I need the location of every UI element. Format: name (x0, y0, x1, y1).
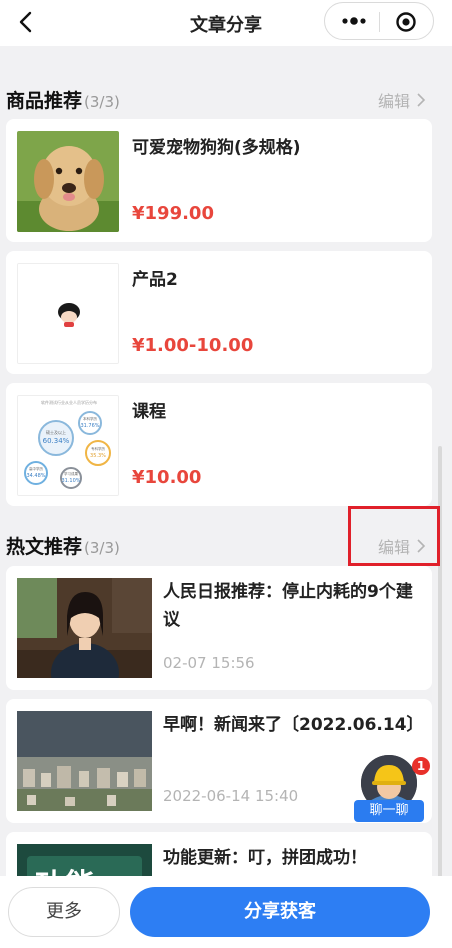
infographic-chart: 软件测试行业从业人员学历分布 硕士及以上 60.34% 本科学历 31.76% … (17, 395, 119, 496)
top-nav-bar: 文章分享 (0, 0, 452, 46)
chat-widget[interactable]: 1 聊一聊 (352, 752, 430, 826)
chat-label: 聊一聊 (354, 800, 424, 822)
section-title: 热文推荐 (3/3) (6, 532, 120, 559)
product-card[interactable]: 软件测试行业从业人员学历分布 硕士及以上 60.34% 本科学历 31.76% … (6, 383, 432, 506)
share-button[interactable]: 分享获客 (130, 887, 430, 937)
product-name: 课程 (132, 402, 166, 422)
product-card[interactable]: 可爱宠物狗狗(多规格) ¥199.00 (6, 119, 432, 242)
article-date: 02-07 15:56 (163, 654, 255, 672)
bottom-action-bar: 更多 分享获客 (0, 876, 452, 948)
section-title-text: 热文推荐 (6, 536, 83, 558)
puppy-photo (17, 131, 119, 232)
more-button[interactable]: 更多 (8, 887, 120, 937)
infographic-value: 34.48% (26, 473, 45, 479)
product-price: ¥199.00 (132, 203, 214, 224)
feature-banner: 功能 (17, 844, 152, 876)
capsule-divider (379, 12, 380, 32)
infographic-label: 专科学历 (91, 446, 105, 451)
infographic-label: 学习成果 (64, 471, 78, 476)
target-circle-icon[interactable] (395, 11, 417, 33)
infographic-label: 本科学历 (83, 416, 97, 421)
article-title: 人民日报推荐：停止内耗的9个建议 (163, 582, 413, 630)
products-section-header: 商品推荐 (3/3) 编辑 (0, 82, 440, 114)
banner-text: 功能 (35, 860, 95, 876)
products-edit-button[interactable]: 编辑 (378, 88, 426, 112)
edit-highlight-box (348, 506, 440, 566)
article-date: 2022-06-14 15:40 (163, 787, 299, 805)
unread-badge: 1 (412, 757, 430, 775)
product-price: ¥10.00 (132, 467, 202, 488)
city-photo (17, 711, 152, 811)
product-name: 产品2 (132, 270, 178, 290)
infographic-label: 硕士及以上 (46, 429, 66, 435)
infographic-value: 60.34% (43, 437, 70, 445)
article-title: 早啊！新闻来了〔2022.06.14〕 (163, 715, 424, 735)
edit-label: 编辑 (377, 92, 410, 111)
section-title-text: 商品推荐 (6, 90, 83, 112)
mini-program-capsule (324, 2, 434, 40)
section-count: (3/3) (84, 93, 120, 111)
infographic-value: 35.3% (90, 453, 106, 459)
infographic-value: 31.10% (61, 478, 80, 484)
product-name: 可爱宠物狗狗(多规格) (132, 138, 301, 158)
infographic-value: 31.76% (80, 423, 99, 429)
section-count: (3/3) (84, 539, 120, 557)
article-card[interactable]: 人民日报推荐：停止内耗的9个建议 02-07 15:56 (6, 566, 432, 690)
product-price: ¥1.00-10.00 (132, 335, 254, 356)
cartoon-girl-icon (17, 263, 119, 364)
chevron-right-icon (417, 93, 426, 107)
woman-photo (17, 578, 152, 678)
more-dots-icon[interactable] (339, 13, 369, 29)
infographic-label: 高中学历 (29, 466, 43, 471)
product-card[interactable]: 产品2 ¥1.00-10.00 (6, 251, 432, 374)
section-title: 商品推荐 (3/3) (6, 86, 120, 113)
article-card[interactable]: 功能 功能更新：叮，拼团成功！ (6, 832, 432, 876)
infographic-heading: 软件测试行业从业人员学历分布 (41, 399, 97, 405)
article-title: 功能更新：叮，拼团成功！ (163, 848, 367, 868)
